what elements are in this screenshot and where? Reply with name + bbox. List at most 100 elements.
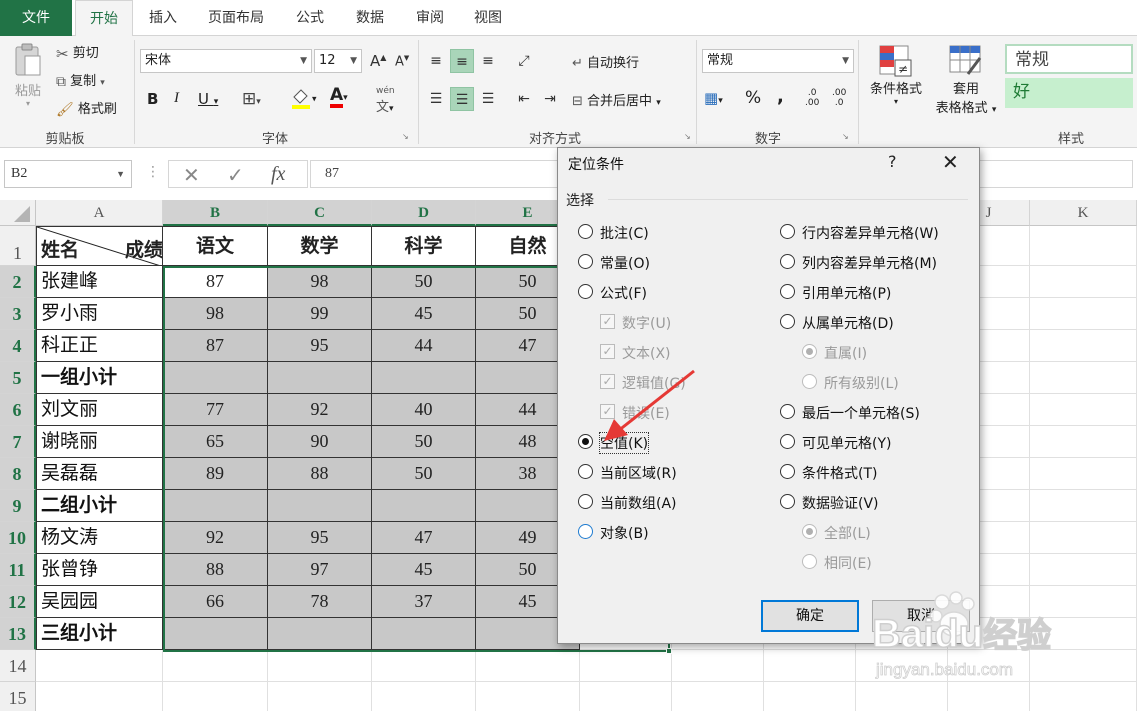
cell[interactable]: [372, 682, 476, 711]
cell[interactable]: [372, 650, 476, 682]
insert-function-icon[interactable]: fx: [271, 163, 285, 186]
italic-button[interactable]: I: [174, 90, 179, 107]
score-cell[interactable]: 47: [372, 522, 476, 554]
cell[interactable]: [1030, 522, 1137, 554]
cell[interactable]: [948, 650, 1030, 682]
cell[interactable]: [163, 650, 268, 682]
score-cell[interactable]: 66: [163, 586, 268, 618]
score-cell[interactable]: 98: [268, 266, 372, 298]
cell[interactable]: [36, 682, 163, 711]
cell[interactable]: [856, 650, 948, 682]
cell[interactable]: [1030, 330, 1137, 362]
cell[interactable]: [764, 650, 856, 682]
row-header-8[interactable]: 8: [0, 458, 36, 490]
row-header-13[interactable]: 13: [0, 618, 36, 650]
row-header-3[interactable]: 3: [0, 298, 36, 330]
cell[interactable]: [580, 682, 672, 711]
score-cell[interactable]: 88: [268, 458, 372, 490]
score-cell[interactable]: 99: [268, 298, 372, 330]
ok-button[interactable]: 确定: [761, 600, 859, 632]
subtotal-label-cell[interactable]: 三组小计: [36, 618, 163, 650]
paste-button[interactable]: 粘贴 ▾: [10, 42, 46, 108]
cell[interactable]: [1030, 490, 1137, 522]
cell[interactable]: [948, 682, 1030, 711]
cell[interactable]: [36, 650, 163, 682]
fill-handle[interactable]: [666, 648, 672, 654]
student-name-cell[interactable]: 谢晓丽: [36, 426, 163, 458]
cell[interactable]: [1030, 554, 1137, 586]
row-header-4[interactable]: 4: [0, 330, 36, 362]
score-cell[interactable]: 87: [163, 330, 268, 362]
comma-style-button[interactable]: ,: [777, 86, 784, 107]
align-bottom-icon[interactable]: ≡: [476, 49, 500, 73]
tab-page-layout[interactable]: 页面布局: [196, 0, 276, 36]
align-left-icon[interactable]: ☰: [424, 87, 448, 111]
score-cell[interactable]: 92: [163, 522, 268, 554]
orientation-icon[interactable]: ⤢: [512, 49, 536, 73]
cell[interactable]: [163, 682, 268, 711]
cell[interactable]: [1030, 586, 1137, 618]
format-painter-button[interactable]: 🖌 格式刷: [56, 98, 117, 118]
grow-font-button[interactable]: A▲: [370, 52, 386, 70]
header-corner-cell[interactable]: 姓名 成绩: [36, 226, 163, 266]
row-header-11[interactable]: 11: [0, 554, 36, 586]
underline-button[interactable]: U ▾: [198, 90, 218, 108]
row-header-5[interactable]: 5: [0, 362, 36, 394]
phonetic-button[interactable]: wén 文▾: [376, 86, 395, 115]
cell[interactable]: [1030, 682, 1137, 711]
cell[interactable]: [856, 682, 948, 711]
merge-center-button[interactable]: ⊟ 合并后居中 ▾: [572, 90, 661, 109]
tab-data[interactable]: 数据: [344, 0, 396, 36]
score-cell[interactable]: 50: [372, 426, 476, 458]
font-size-select[interactable]: 12 ▼: [314, 49, 362, 73]
cancel-entry-icon[interactable]: ✕: [183, 163, 200, 187]
font-name-select[interactable]: 宋体 ▼: [140, 49, 312, 73]
cell[interactable]: [1030, 266, 1137, 298]
conditional-formatting-button[interactable]: ≠ 条件格式 ▾: [864, 44, 928, 106]
score-cell[interactable]: 44: [372, 330, 476, 362]
score-cell[interactable]: [163, 490, 268, 522]
align-middle-icon[interactable]: ≡: [450, 49, 474, 73]
cell[interactable]: [268, 650, 372, 682]
subject-header-cell[interactable]: 数学: [268, 226, 372, 266]
more-options-icon[interactable]: ⋮: [146, 164, 160, 180]
tab-view[interactable]: 视图: [462, 0, 514, 36]
score-cell[interactable]: 77: [163, 394, 268, 426]
cell[interactable]: [1030, 458, 1137, 490]
score-cell[interactable]: [163, 618, 268, 650]
copy-dropdown-icon[interactable]: ▾: [100, 78, 105, 88]
cell[interactable]: [1030, 618, 1137, 650]
score-cell[interactable]: 90: [268, 426, 372, 458]
student-name-cell[interactable]: 刘文丽: [36, 394, 163, 426]
row-header-15[interactable]: 15: [0, 682, 36, 711]
active-cell[interactable]: 87: [163, 266, 268, 298]
score-cell[interactable]: [372, 362, 476, 394]
font-dialog-launcher-icon[interactable]: ↘: [402, 132, 409, 141]
wrap-text-button[interactable]: ↵ 自动换行: [572, 52, 639, 71]
row-header-7[interactable]: 7: [0, 426, 36, 458]
score-cell[interactable]: [372, 490, 476, 522]
cell[interactable]: [1030, 226, 1137, 266]
paste-dropdown-icon[interactable]: ▾: [10, 99, 46, 108]
subject-header-cell[interactable]: 科学: [372, 226, 476, 266]
cell[interactable]: [1030, 394, 1137, 426]
number-format-select[interactable]: 常规 ▼: [702, 49, 854, 73]
student-name-cell[interactable]: 罗小雨: [36, 298, 163, 330]
score-cell[interactable]: 97: [268, 554, 372, 586]
student-name-cell[interactable]: 张曾铮: [36, 554, 163, 586]
decrease-decimal-button[interactable]: .00.0: [832, 88, 846, 108]
score-cell[interactable]: 95: [268, 330, 372, 362]
align-top-icon[interactable]: ≡: [424, 49, 448, 73]
column-header-k[interactable]: K: [1030, 200, 1137, 226]
cancel-button[interactable]: 取消: [872, 600, 970, 632]
tab-home[interactable]: 开始: [75, 0, 133, 37]
increase-indent-icon[interactable]: ⇥: [538, 87, 562, 111]
score-cell[interactable]: 45: [372, 298, 476, 330]
close-icon[interactable]: ✕: [942, 150, 959, 174]
cell[interactable]: [1030, 426, 1137, 458]
subtotal-label-cell[interactable]: 二组小计: [36, 490, 163, 522]
tab-insert[interactable]: 插入: [138, 0, 188, 36]
select-all-corner[interactable]: [0, 200, 36, 226]
score-cell[interactable]: 50: [372, 458, 476, 490]
column-header-a[interactable]: A: [36, 200, 163, 226]
